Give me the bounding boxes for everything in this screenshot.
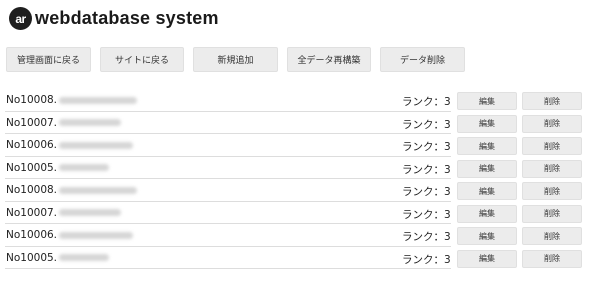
edit-button[interactable]: 編集 (457, 159, 517, 178)
record-rank: ランク：3 (402, 118, 451, 131)
delete-button[interactable]: 削除 (522, 182, 582, 200)
table-row: No10006. ランク：3 編集 削除 (0, 225, 600, 248)
record-title-blurred (59, 119, 122, 126)
record-id: No10007. (6, 116, 58, 129)
delete-button[interactable]: 削除 (522, 249, 582, 268)
edit-button[interactable]: 編集 (457, 249, 517, 268)
delete-button[interactable]: 削除 (522, 227, 582, 245)
back-to-site-button[interactable]: サイトに戻る (100, 47, 184, 72)
record-id: No10008. (6, 184, 58, 196)
site-title: webdatabase system (35, 8, 219, 28)
delete-button[interactable]: 削除 (522, 92, 582, 110)
delete-button[interactable]: 削除 (522, 204, 582, 223)
record-title-blurred (59, 96, 138, 104)
record-rank: ランク：3 (402, 96, 451, 108)
record-id: No10008. (6, 94, 58, 106)
row-divider (5, 245, 451, 247)
record-rank: ランク：3 (402, 163, 451, 176)
table-row: No10007. ランク：3 編集 削除 (0, 113, 600, 136)
delete-button[interactable]: 削除 (522, 159, 582, 178)
row-divider (5, 223, 451, 224)
row-divider (5, 178, 451, 179)
row-divider (5, 110, 451, 112)
row-divider (5, 268, 451, 269)
record-title-blurred (59, 254, 110, 261)
record-id: No10007. (6, 206, 58, 219)
record-id: No10006. (6, 139, 58, 151)
record-title-blurred (59, 164, 110, 171)
record-title-blurred (59, 186, 138, 194)
back-to-admin-button[interactable]: 管理画面に戻る (6, 47, 91, 72)
rebuild-all-button[interactable]: 全データ再構築 (287, 47, 371, 72)
delete-button[interactable]: 削除 (522, 114, 582, 133)
record-id: No10005. (6, 161, 58, 174)
record-id: No10006. (6, 229, 58, 241)
record-rank: ランク：3 (402, 141, 451, 153)
delete-data-button[interactable]: データ削除 (380, 47, 465, 72)
delete-button[interactable]: 削除 (522, 137, 582, 155)
site-header: ar webdatabase system (9, 7, 219, 30)
add-new-button[interactable]: 新規追加 (193, 47, 278, 72)
table-row: No10008. ランク：3 編集 削除 (0, 180, 600, 203)
edit-button[interactable]: 編集 (457, 92, 517, 110)
table-row: No10005. ランク：3 編集 削除 (0, 158, 600, 181)
site-logo[interactable]: ar (9, 7, 32, 30)
edit-button[interactable]: 編集 (457, 204, 517, 223)
table-row: No10006. ランク：3 編集 削除 (0, 135, 600, 158)
edit-button[interactable]: 編集 (457, 137, 517, 155)
record-rank: ランク：3 (402, 253, 451, 266)
edit-button[interactable]: 編集 (457, 114, 517, 133)
record-title-blurred (59, 231, 134, 239)
edit-button[interactable]: 編集 (457, 227, 517, 245)
record-rank: ランク：3 (402, 186, 451, 198)
row-divider (5, 200, 451, 202)
table-row: No10007. ランク：3 編集 削除 (0, 203, 600, 226)
record-id: No10005. (6, 251, 58, 264)
record-rank: ランク：3 (402, 208, 451, 221)
table-row: No10005. ランク：3 編集 削除 (0, 248, 600, 271)
row-divider (5, 155, 451, 157)
table-row: No10008. ランク：3 編集 削除 (0, 90, 600, 113)
record-rank: ランク：3 (402, 231, 451, 243)
edit-button[interactable]: 編集 (457, 182, 517, 200)
row-divider (5, 133, 451, 134)
record-list: No10008. ランク：3 編集 削除 No10007. ランク：3 編集 削… (0, 90, 600, 270)
record-title-blurred (59, 141, 134, 149)
record-title-blurred (59, 209, 122, 216)
toolbar: 管理画面に戻る サイトに戻る 新規追加 全データ再構築 データ削除 (6, 47, 465, 72)
